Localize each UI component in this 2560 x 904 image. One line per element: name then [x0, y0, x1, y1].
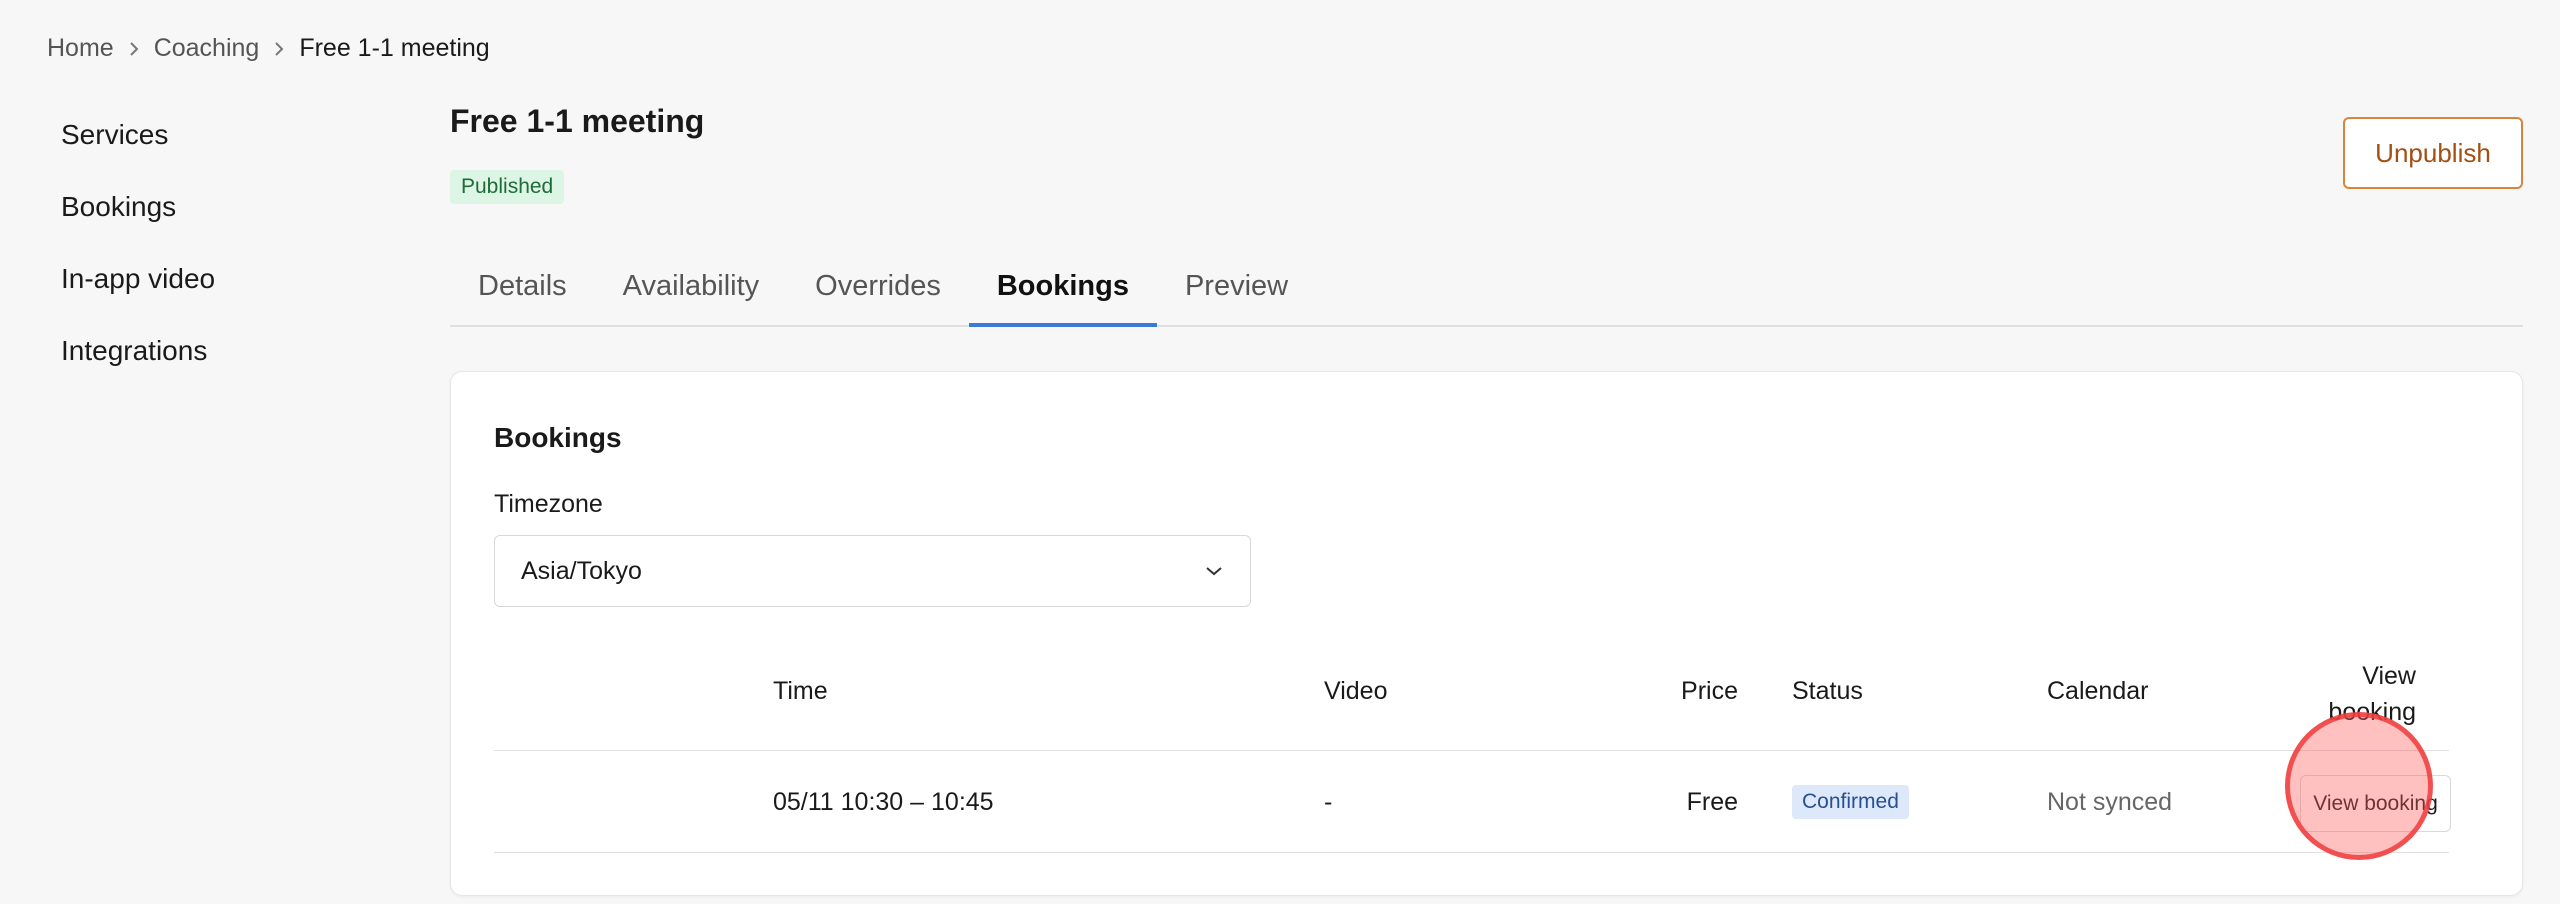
page-title: Free 1-1 meeting — [450, 103, 705, 139]
booking-time: 05/11 10:30 – 10:45 — [773, 788, 994, 816]
column-header-calendar: Calendar — [2047, 677, 2149, 705]
sidebar-item-bookings[interactable]: Bookings — [61, 184, 215, 256]
tab-availability[interactable]: Availability — [595, 255, 787, 325]
chevron-right-icon — [128, 40, 140, 58]
chevron-right-icon — [273, 40, 285, 58]
column-header-time: Time — [773, 677, 828, 705]
breadcrumb-home[interactable]: Home — [47, 34, 114, 63]
published-status-badge: Published — [450, 170, 565, 204]
sidebar-item-services[interactable]: Services — [61, 112, 215, 184]
view-booking-button[interactable]: View booking — [2300, 775, 2451, 832]
column-header-status: Status — [1792, 677, 1863, 705]
table-row-divider — [494, 852, 2449, 853]
column-header-video: Video — [1324, 677, 1388, 705]
tab-bar: Details Availability Overrides Bookings … — [450, 255, 2523, 327]
sidebar-item-in-app-video[interactable]: In-app video — [61, 256, 215, 328]
tab-preview[interactable]: Preview — [1157, 255, 1316, 325]
calendar-sync-status: Not synced — [2047, 788, 2173, 816]
table-header-divider — [494, 750, 2449, 751]
breadcrumb-coaching[interactable]: Coaching — [154, 34, 260, 63]
breadcrumb: Home Coaching Free 1-1 meeting — [47, 34, 490, 63]
column-header-price: Price — [1681, 677, 1738, 705]
confirmed-status-badge: Confirmed — [1792, 785, 1909, 819]
timezone-value: Asia/Tokyo — [521, 556, 642, 585]
booking-price: Free — [1686, 788, 1738, 816]
booking-video: - — [1324, 788, 1333, 816]
tab-overrides[interactable]: Overrides — [787, 255, 969, 325]
chevron-down-icon — [1204, 565, 1224, 577]
bookings-card: Bookings Timezone Asia/Tokyo Time Video … — [450, 371, 2523, 896]
timezone-label: Timezone — [494, 490, 603, 518]
sidebar-item-integrations[interactable]: Integrations — [61, 328, 215, 400]
tab-details[interactable]: Details — [450, 255, 595, 325]
tab-bookings[interactable]: Bookings — [968, 255, 1158, 327]
column-header-view-booking: View booking — [2328, 662, 2416, 726]
timezone-select[interactable]: Asia/Tokyo — [494, 535, 1251, 607]
sidebar: Services Bookings In-app video Integrati… — [61, 112, 215, 400]
bookings-card-title: Bookings — [494, 422, 622, 453]
unpublish-button[interactable]: Unpublish — [2343, 117, 2523, 189]
breadcrumb-current: Free 1-1 meeting — [299, 34, 490, 62]
